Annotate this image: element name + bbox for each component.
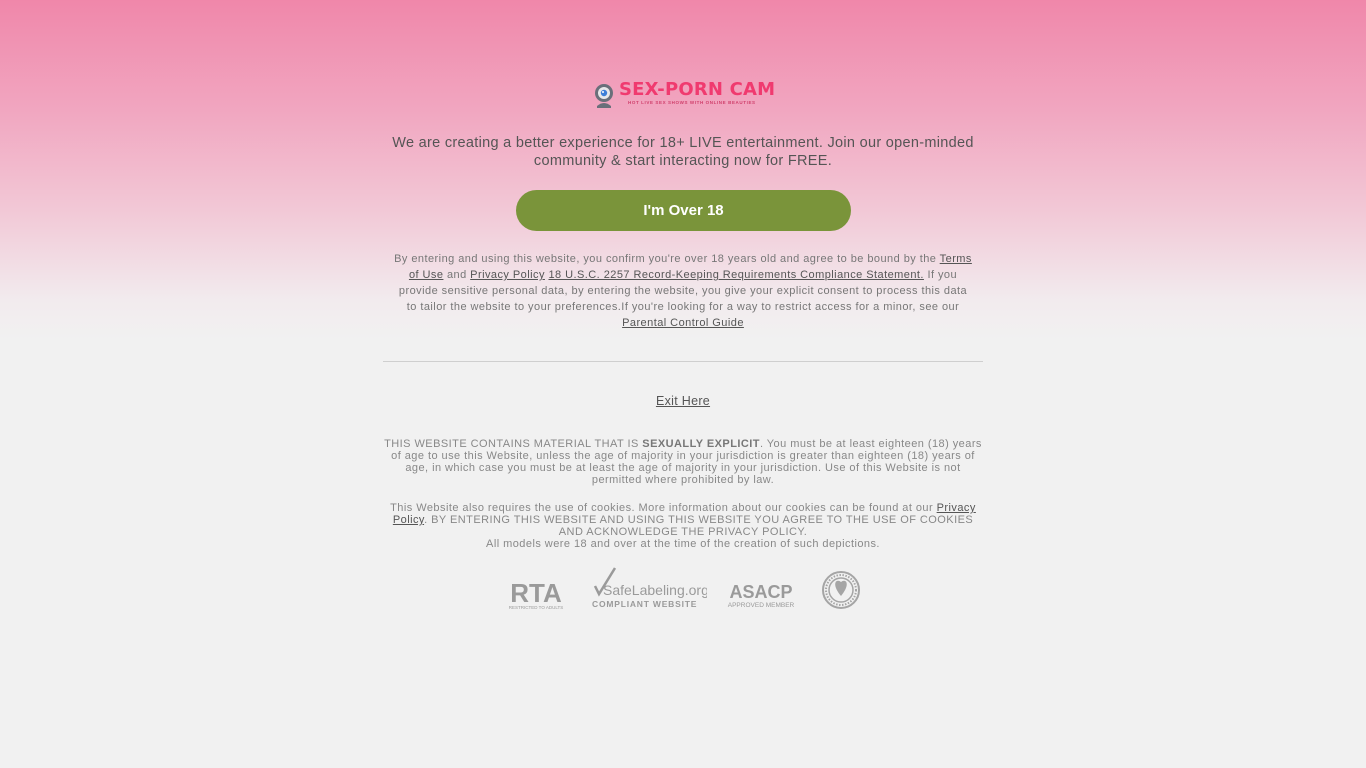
logo-name: SEX-PORN CAM bbox=[619, 79, 776, 100]
warning-prefix: THIS WEBSITE CONTAINS MATERIAL THAT IS bbox=[384, 438, 639, 450]
asacp-subtext: APPROVED MEMBER bbox=[728, 602, 795, 609]
site-logo[interactable]: SEX-PORN CAM HOT LIVE SEX SHOWS WITH ONL… bbox=[593, 79, 776, 112]
legal-line-1: By entering and using this website, you … bbox=[394, 253, 937, 265]
parental-control-link[interactable]: Parental Control Guide bbox=[622, 317, 744, 329]
safelabeling-badge[interactable]: SafeLabeling.org COMPLIANT WEBSITE bbox=[591, 566, 709, 610]
safelabeling-text: SafeLabeling.org bbox=[603, 582, 707, 598]
privacy-policy-link[interactable]: Privacy Policy bbox=[470, 269, 545, 281]
intro-text: We are creating a better experience for … bbox=[392, 135, 974, 169]
over-18-button[interactable]: I'm Over 18 bbox=[516, 190, 851, 231]
asacp-text: ASACP bbox=[729, 582, 792, 602]
cookie-prefix: This Website also requires the use of co… bbox=[390, 502, 934, 514]
models-age-note: All models were 18 and over at the time … bbox=[486, 538, 880, 550]
cookie-suffix: . BY ENTERING THIS WEBSITE AND USING THI… bbox=[424, 514, 974, 538]
rta-subtext: RESTRICTED TO ADULTS bbox=[509, 605, 564, 610]
parental-seal-badge[interactable] bbox=[821, 570, 861, 610]
rta-badge[interactable]: RTA RESTRICTED TO ADULTS bbox=[505, 578, 567, 610]
legal-notice: By entering and using this website, you … bbox=[393, 251, 973, 331]
divider bbox=[383, 361, 983, 362]
usc-2257-link[interactable]: 18 U.S.C. 2257 Record-Keeping Requiremen… bbox=[548, 269, 923, 281]
cookie-notice: This Website also requires the use of co… bbox=[383, 502, 983, 538]
compliance-badges: RTA RESTRICTED TO ADULTS SafeLabeling.or… bbox=[505, 566, 865, 611]
legal-and: and bbox=[446, 269, 467, 281]
safelabeling-subtext: COMPLIANT WEBSITE bbox=[592, 599, 697, 609]
webcam-icon bbox=[593, 83, 615, 109]
exit-link[interactable]: Exit Here bbox=[656, 394, 710, 408]
explicit-warning: THIS WEBSITE CONTAINS MATERIAL THAT IS S… bbox=[383, 438, 983, 486]
logo-tagline: HOT LIVE SEX SHOWS WITH ONLINE BEAUTIES bbox=[628, 100, 756, 105]
exit-section: Exit Here bbox=[383, 393, 983, 409]
warning-bold: SEXUALLY EXPLICIT bbox=[642, 438, 760, 450]
asacp-badge[interactable]: ASACP APPROVED MEMBER bbox=[727, 580, 797, 610]
rta-text: RTA bbox=[510, 580, 562, 608]
